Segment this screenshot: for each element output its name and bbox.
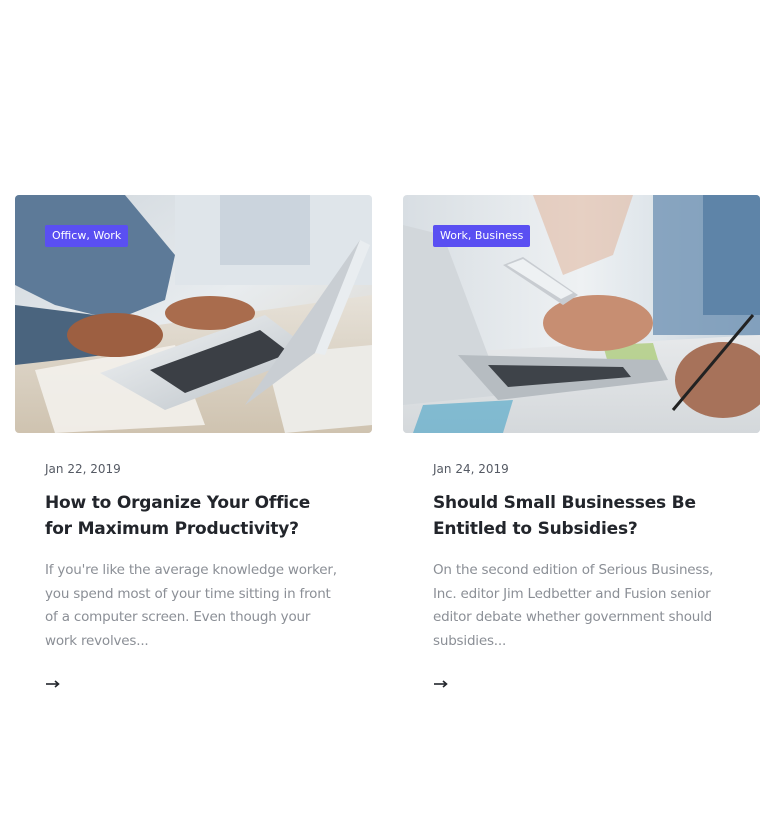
post-category-tag[interactable]: Work, Business [433, 225, 531, 247]
post-title[interactable]: Should Small Businesses Be Entitled to S… [433, 490, 730, 542]
post-image-link[interactable]: Officw, Work [15, 195, 372, 433]
post-date: Jan 24, 2019 [433, 462, 509, 476]
arrow-right-icon [46, 680, 60, 688]
post-image-link[interactable]: Work, Business [403, 195, 760, 433]
blog-grid: Officw, Work Jan 22, 2019 How to Organiz… [15, 195, 760, 689]
post-excerpt: On the second edition of Serious Busines… [433, 562, 714, 649]
post-excerpt: If you're like the average knowledge wor… [45, 562, 337, 649]
post-title[interactable]: How to Organize Your Office for Maximum … [45, 490, 342, 542]
post-date: Jan 22, 2019 [45, 462, 121, 476]
read-more-link[interactable] [45, 679, 61, 689]
post-body: Jan 24, 2019 Should Small Businesses Be … [403, 433, 760, 689]
blog-card: Officw, Work Jan 22, 2019 How to Organiz… [15, 195, 372, 689]
post-body: Jan 22, 2019 How to Organize Your Office… [15, 433, 372, 689]
blog-card: Work, Business Jan 24, 2019 Should Small… [403, 195, 760, 689]
arrow-right-icon [434, 680, 448, 688]
read-more-link[interactable] [433, 679, 449, 689]
post-category-tag[interactable]: Officw, Work [45, 225, 129, 247]
